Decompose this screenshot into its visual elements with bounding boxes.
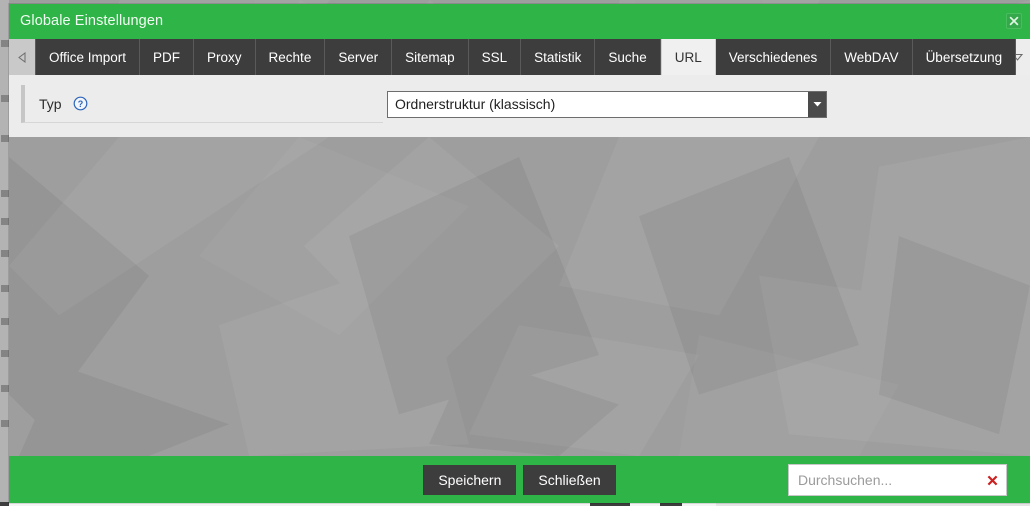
dialog-content-area: [9, 137, 1030, 456]
dialog-titlebar: Globale Einstellungen: [9, 4, 1030, 38]
tab-scroll-left-button[interactable]: [9, 39, 35, 75]
tab-url[interactable]: URL: [660, 39, 716, 75]
tab-label: Statistik: [534, 49, 582, 65]
dialog-title: Globale Einstellungen: [20, 13, 164, 29]
tab-statistik[interactable]: Statistik: [521, 39, 596, 75]
tab-verschiedenes[interactable]: Verschiedenes: [715, 39, 832, 75]
global-settings-dialog: Globale Einstellungen Office Import PDF: [9, 4, 1030, 503]
tab-label: Verschiedenes: [728, 49, 818, 65]
tab-office-import[interactable]: Office Import: [35, 39, 141, 75]
tab-label: PDF: [153, 49, 181, 65]
tab-label: SSL: [481, 49, 508, 65]
search-input[interactable]: [789, 465, 984, 495]
tab-label: URL: [674, 49, 702, 65]
search-box[interactable]: [788, 464, 1007, 496]
close-dialog-button[interactable]: Schließen: [523, 464, 616, 495]
underlying-page-left-sliver: [0, 0, 9, 506]
typ-select-value: Ordnerstruktur (klassisch): [395, 96, 556, 112]
settings-form-area: Typ ? Ordnerstruktur (klassisch): [9, 75, 1030, 137]
tab-label: Proxy: [207, 49, 242, 65]
form-row-typ: Typ ? Ordnerstruktur (klassisch): [9, 84, 1030, 124]
clear-x-icon[interactable]: [984, 475, 1006, 486]
typ-select[interactable]: Ordnerstruktur (klassisch): [387, 90, 827, 118]
tab-ssl[interactable]: SSL: [468, 39, 522, 75]
tab-label: Server: [338, 49, 379, 65]
tab-label: Rechte: [268, 49, 312, 65]
tab-uebersetzung[interactable]: Übersetzung: [912, 39, 1017, 75]
tab-sitemap[interactable]: Sitemap: [392, 39, 469, 75]
tab-list: Office Import PDF Proxy Rechte Server Si…: [35, 39, 1017, 75]
tab-label: Suche: [608, 49, 647, 65]
tab-label: Office Import: [49, 49, 127, 65]
caret-down-icon: [813, 102, 821, 107]
save-button[interactable]: Speichern: [423, 464, 517, 495]
tab-webdav[interactable]: WebDAV: [831, 39, 913, 75]
typ-label-cell: Typ ?: [21, 85, 383, 123]
chevron-left-icon: [17, 51, 25, 63]
svg-text:?: ?: [77, 99, 83, 109]
tab-proxy[interactable]: Proxy: [194, 39, 256, 75]
tab-bar: Office Import PDF Proxy Rechte Server Si…: [9, 38, 1030, 75]
tab-suche[interactable]: Suche: [595, 39, 661, 75]
dialog-footer: Speichern Schließen: [9, 456, 1030, 503]
tab-rechte[interactable]: Rechte: [255, 39, 326, 75]
tab-label: Übersetzung: [925, 49, 1003, 65]
help-question-icon[interactable]: ?: [73, 96, 88, 111]
typ-select-arrow-button[interactable]: [808, 91, 826, 117]
tab-label: WebDAV: [844, 49, 899, 65]
tab-label: Sitemap: [405, 49, 455, 65]
screen: Globale Einstellungen Office Import PDF: [0, 0, 1030, 506]
tab-pdf[interactable]: PDF: [140, 39, 195, 75]
tab-server[interactable]: Server: [325, 39, 393, 75]
close-button[interactable]: [1006, 13, 1022, 29]
typ-label: Typ: [39, 95, 62, 112]
close-x-icon: [1009, 16, 1019, 26]
